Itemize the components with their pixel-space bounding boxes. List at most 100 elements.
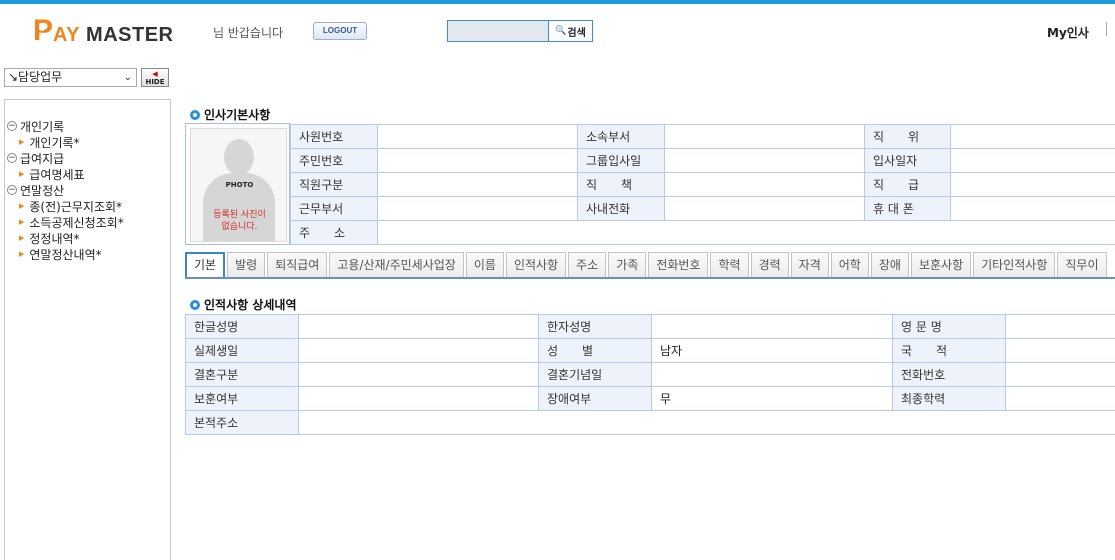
value-veteran — [298, 386, 539, 411]
tab-name[interactable]: 이름 — [465, 252, 504, 277]
label-group-join: 그룹입사일 — [577, 148, 665, 173]
welcome-message: 님 반갑습니다 — [213, 26, 284, 40]
search-input[interactable] — [448, 21, 548, 41]
logo-wordmark: AY MASTER — [53, 24, 174, 46]
value-address — [377, 220, 1115, 245]
section-title-text: 인사기본사항 — [204, 108, 271, 122]
tab-address[interactable]: 주소 — [568, 252, 607, 277]
photo-label: PHOTO — [225, 181, 254, 189]
value-disability: 무 — [651, 386, 893, 411]
label-mobile: 휴 대 폰 — [864, 196, 951, 221]
info-tabs: 기본 발령 퇴직급여 고용/산재/주민세사업장 이름 인적사항 주소 가족 전화… — [185, 252, 1115, 279]
hide-label: HIDE — [145, 78, 165, 86]
tree-item-label: 정정내역* — [29, 231, 80, 246]
label-domicile: 본적주소 — [185, 410, 299, 435]
label-emp-type: 직원구분 — [290, 172, 378, 197]
arrow-right-icon: ▶ — [19, 234, 25, 242]
arrow-right-icon: ▶ — [19, 202, 25, 210]
tab-license[interactable]: 자격 — [790, 252, 829, 277]
value-work-dept — [377, 196, 578, 221]
label-birth: 실제생일 — [185, 338, 299, 363]
tab-retirement-pay[interactable]: 퇴직급여 — [267, 252, 328, 277]
tree-group-year-end[interactable]: − 연말정산 — [7, 182, 124, 198]
value-korean-name — [298, 314, 539, 339]
collapse-icon[interactable]: − — [7, 121, 17, 131]
tree-item-label: 개인기록* — [29, 135, 80, 150]
tab-other-personal[interactable]: 기타인적사항 — [973, 252, 1056, 277]
tab-family[interactable]: 가족 — [608, 252, 647, 277]
tree-item-label: 급여명세표 — [29, 167, 85, 182]
tree-item-prev-workplace[interactable]: ▶ 종(전)근무지조회* — [7, 198, 124, 214]
triangle-left-icon: ◀ — [152, 70, 158, 78]
tab-job[interactable]: 직무이 — [1057, 252, 1107, 277]
task-select-value: ↘담당업무 — [8, 70, 63, 84]
photo-msg-line1: 등록된 사진이 — [213, 210, 266, 220]
arrow-right-icon: ▶ — [19, 218, 25, 226]
tab-appointment[interactable]: 발령 — [227, 252, 266, 277]
top-accent-bar — [0, 0, 1115, 4]
tab-personal[interactable]: 인적사항 — [505, 252, 567, 277]
my-insa-link[interactable]: My인사 — [1047, 24, 1089, 41]
label-position: 직 위 — [864, 124, 951, 149]
tree-item-correction[interactable]: ▶ 정정내역* — [7, 230, 124, 246]
value-english-name — [1005, 314, 1115, 339]
basic-info-title: 인사기본사항 — [190, 106, 270, 123]
label-korean-name: 한글성명 — [185, 314, 299, 339]
value-mobile — [950, 196, 1115, 221]
task-select[interactable]: ↘담당업무 ⌄ — [4, 68, 137, 87]
tree-item-label: 연말정산내역* — [29, 247, 102, 262]
tree-group-payroll[interactable]: − 급여지급 — [7, 150, 124, 166]
tab-language[interactable]: 어학 — [830, 252, 869, 277]
label-veteran: 보훈여부 — [185, 386, 299, 411]
value-position — [950, 124, 1115, 149]
collapse-icon[interactable]: − — [7, 153, 17, 163]
tree-item-personal-record[interactable]: ▶ 개인기록* — [7, 134, 124, 150]
value-marital — [298, 362, 539, 387]
label-phone: 사내전화 — [577, 196, 665, 221]
tab-education[interactable]: 학력 — [710, 252, 749, 277]
section-bullet-icon — [190, 109, 200, 120]
paymaster-logo[interactable]: P AY MASTER — [33, 14, 174, 47]
value-domicile — [298, 410, 1115, 435]
value-group-join — [664, 148, 865, 173]
label-nationality: 국 적 — [892, 338, 1006, 363]
tree-group-personal[interactable]: − 개인기록 — [7, 118, 124, 134]
label-duty: 직 책 — [577, 172, 665, 197]
tree-item-label: 소득공제신청조회* — [29, 215, 124, 230]
tree-item-year-end-details[interactable]: ▶ 연말정산내역* — [7, 246, 124, 262]
label-english-name: 영 문 명 — [892, 314, 1006, 339]
search-box: 🔍 검색 — [447, 20, 593, 42]
photo-placeholder: PHOTO 등록된 사진이 없습니다. — [190, 128, 287, 242]
photo-msg-line2: 없습니다. — [221, 222, 258, 232]
tree-item-deduction[interactable]: ▶ 소득공제신청조회* — [7, 214, 124, 230]
logo-p-mark: P — [33, 16, 53, 46]
tree-item-payslip[interactable]: ▶ 급여명세표 — [7, 166, 124, 182]
label-wedding-day: 결혼기념일 — [538, 362, 652, 387]
search-button[interactable]: 🔍 검색 — [548, 21, 592, 41]
value-resident-no — [377, 148, 578, 173]
sidebar-tree: − 개인기록 ▶ 개인기록* − 급여지급 ▶ 급여명세표 − 연말정산 ▶ 종… — [7, 118, 124, 262]
hide-sidebar-button[interactable]: ◀ HIDE — [141, 68, 169, 87]
tab-basic[interactable]: 기본 — [185, 252, 226, 277]
tab-phone[interactable]: 전화번호 — [648, 252, 709, 277]
label-disability: 장애여부 — [538, 386, 652, 411]
label-join-date: 입사일자 — [864, 148, 951, 173]
header-divider — [1106, 22, 1107, 36]
label-marital: 결혼구분 — [185, 362, 299, 387]
value-duty — [664, 172, 865, 197]
tab-disability[interactable]: 장애 — [870, 252, 909, 277]
label-resident-no: 주민번호 — [290, 148, 378, 173]
collapse-icon[interactable]: − — [7, 185, 17, 195]
value-dept — [664, 124, 865, 149]
tab-career[interactable]: 경력 — [750, 252, 789, 277]
detail-table: 한글성명 한자성명 영 문 명 실제생일 성 별 남자 국 적 결혼구분 결혼기… — [185, 314, 1115, 435]
arrow-right-icon: ▶ — [19, 250, 25, 258]
value-education — [1005, 386, 1115, 411]
logout-button[interactable]: LOGOUT — [313, 22, 367, 40]
arrow-right-icon: ▶ — [19, 138, 25, 146]
label-address: 주 소 — [290, 220, 378, 245]
search-icon: 🔍 — [555, 26, 567, 36]
tab-veteran[interactable]: 보훈사항 — [910, 252, 972, 277]
section-title-text: 인적사항 상세내역 — [204, 298, 297, 312]
tab-employment-insurance[interactable]: 고용/산재/주민세사업장 — [329, 252, 464, 277]
